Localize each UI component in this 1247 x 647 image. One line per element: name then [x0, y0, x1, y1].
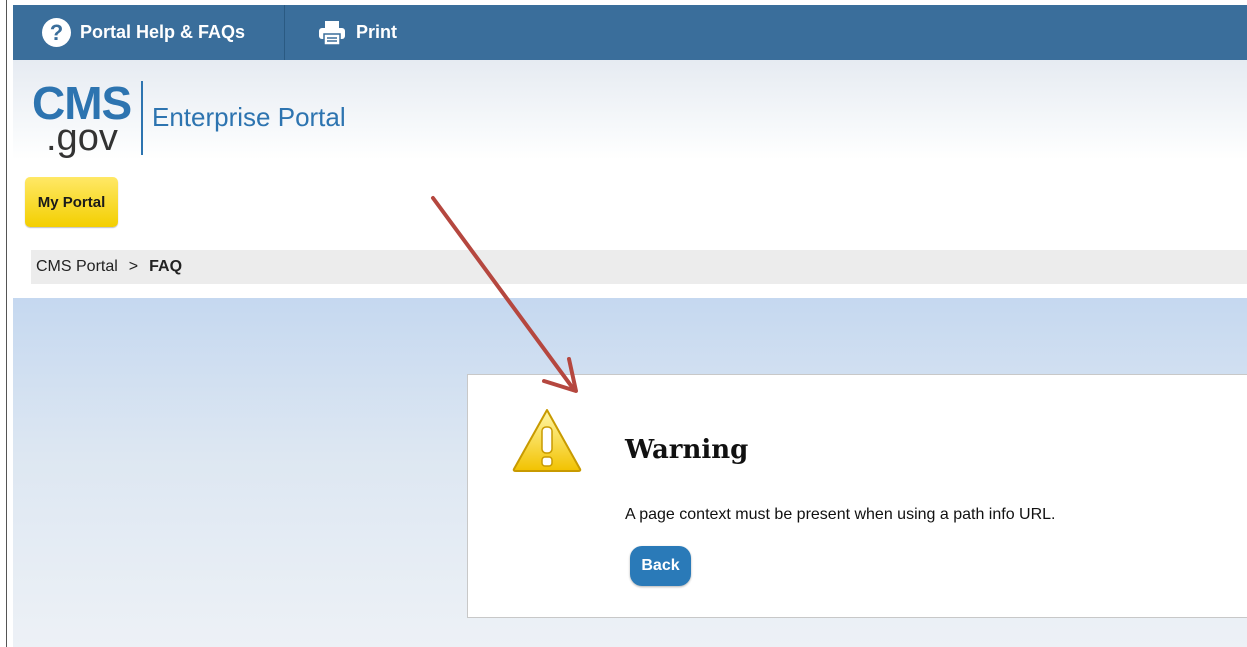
- help-faq-label: Portal Help & FAQs: [80, 22, 246, 42]
- breadcrumb-separator: >: [128, 258, 139, 275]
- my-portal-button[interactable]: My Portal: [25, 177, 118, 227]
- portal-page: ? Portal Help & FAQs Print CMS .gov Ente…: [13, 0, 1247, 647]
- question-circle-icon: ?: [42, 18, 71, 47]
- top-toolbar: ? Portal Help & FAQs Print: [13, 5, 1247, 60]
- breadcrumb-item-faq: FAQ: [149, 258, 183, 275]
- logo-divider: [141, 81, 143, 155]
- toolbar-divider: [284, 5, 285, 60]
- printer-icon: [318, 20, 346, 46]
- warning-panel: Warning A page context must be present w…: [467, 374, 1247, 618]
- back-button[interactable]: Back: [630, 546, 691, 586]
- help-faq-link[interactable]: ? Portal Help & FAQs: [42, 5, 245, 60]
- window-frame-edge: [0, 0, 7, 647]
- warning-message: A page context must be present when usin…: [625, 506, 1056, 523]
- breadcrumb-item-cms-portal[interactable]: CMS Portal: [36, 258, 118, 276]
- print-link[interactable]: Print: [318, 5, 397, 60]
- breadcrumb: CMS Portal > FAQ: [31, 250, 1247, 284]
- logo-gov-text: .gov: [46, 117, 118, 159]
- cms-gov-logo[interactable]: CMS .gov: [32, 80, 152, 160]
- print-label: Print: [356, 22, 398, 42]
- warning-title: Warning: [625, 435, 749, 465]
- portal-name: Enterprise Portal: [152, 102, 346, 132]
- warning-triangle-icon: [511, 407, 583, 473]
